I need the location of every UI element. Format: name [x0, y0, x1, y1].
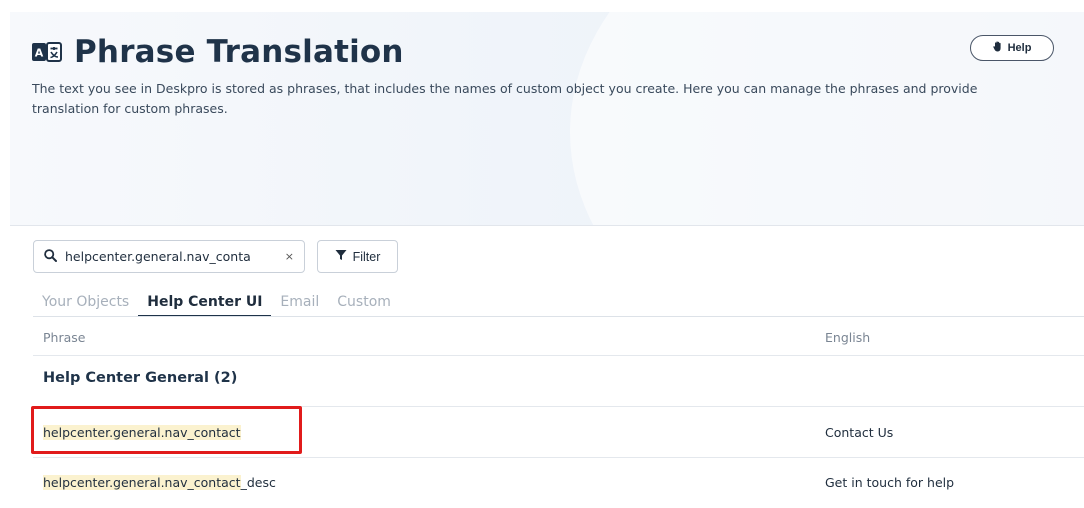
filter-button[interactable]: Filter [317, 240, 398, 273]
category-tabs: Your Objects Help Center UI Email Custom [33, 291, 400, 317]
help-label: Help [1007, 42, 1032, 54]
hand-icon [992, 41, 1003, 55]
title-row: A Phrase Translation [32, 34, 404, 70]
phrase-suffix: _desc [240, 475, 276, 490]
english-translation[interactable]: Get in touch for help [825, 475, 954, 490]
phrase-match: helpcenter.general.nav_contact [43, 475, 241, 490]
group-title: Help Center General (2) [43, 370, 238, 386]
column-header-phrase: Phrase [43, 330, 86, 345]
tab-email[interactable]: Email [271, 291, 328, 317]
tab-your-objects[interactable]: Your Objects [33, 291, 138, 317]
svg-text:A: A [35, 47, 44, 60]
clear-search-button[interactable]: × [285, 250, 294, 263]
help-button[interactable]: Help [970, 35, 1054, 61]
english-translation[interactable]: Contact Us [825, 425, 893, 440]
tabs-divider [33, 316, 1084, 317]
table-divider [33, 355, 1084, 356]
search-input[interactable] [65, 249, 265, 264]
table-divider [33, 406, 1084, 407]
column-header-english: English [825, 330, 871, 345]
page-title: Phrase Translation [74, 34, 404, 70]
page-description: The text you see in Deskpro is stored as… [32, 81, 978, 116]
phrase-key[interactable]: helpcenter.general.nav_contact_desc [43, 475, 276, 490]
translate-icon: A [32, 41, 62, 63]
search-icon [44, 247, 57, 266]
page-header: A Phrase Translation The text you see in… [10, 12, 1084, 226]
table-divider [33, 457, 1084, 458]
filter-icon [335, 249, 347, 264]
phrase-match: helpcenter.general.nav_contact [43, 425, 241, 440]
search-box: × [33, 240, 305, 273]
tab-help-center-ui[interactable]: Help Center UI [138, 291, 272, 317]
phrase-key[interactable]: helpcenter.general.nav_contact [43, 425, 241, 440]
filter-label: Filter [352, 249, 381, 264]
tab-custom[interactable]: Custom [328, 291, 400, 317]
